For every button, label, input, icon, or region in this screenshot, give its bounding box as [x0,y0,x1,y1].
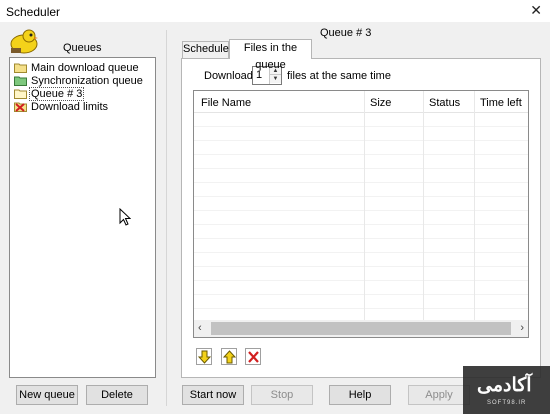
queues-heading: Queues [63,42,102,54]
arrow-down-icon [198,350,211,364]
close-icon[interactable]: ✕ [530,2,542,19]
folder-icon [14,88,27,99]
scroll-left-icon[interactable]: ‹ [198,322,202,334]
delete-button[interactable]: Delete [86,385,148,405]
column-header-time-left[interactable]: Time left [480,97,522,109]
horizontal-scrollbar[interactable]: ‹ › [194,320,528,337]
stop-button[interactable]: Stop [251,385,313,405]
scroll-right-icon[interactable]: › [520,322,524,334]
new-queue-button[interactable]: New queue [16,385,78,405]
window-title: Scheduler [6,5,61,19]
tree-item-download-limits[interactable]: Download limits [14,100,109,113]
panel-separator [166,30,167,406]
tree-item-synchronization-queue[interactable]: Synchronization queue [14,74,144,87]
column-divider [423,91,424,321]
mouse-cursor-icon [119,207,132,229]
move-up-button[interactable] [221,348,237,365]
folder-icon [14,62,27,73]
remove-file-button[interactable] [245,348,261,365]
tab-files-in-the-queue[interactable]: Files in the queue [229,39,312,71]
download-suffix-label: files at the same time [287,70,391,82]
column-header-status[interactable]: Status [429,97,460,109]
queues-mascot-icon [9,28,39,54]
files-table[interactable]: File Name Size Status Time left ‹ › [193,90,529,338]
tab-schedule[interactable]: Schedule [182,41,229,58]
spinner-down-icon[interactable]: ▼ [270,75,281,83]
tree-item-label: Main download queue [31,61,139,74]
start-now-button[interactable]: Start now [182,385,244,405]
watermark-logo: آکادمی SOFT98.IR [463,366,550,414]
column-header-file-name[interactable]: File Name [201,97,251,109]
title-bar: Scheduler ✕ [0,0,550,22]
download-label: Download [204,70,253,82]
download-limits-icon [14,101,27,112]
move-down-button[interactable] [196,348,212,365]
sync-folder-icon [14,75,27,86]
help-button[interactable]: Help [329,385,391,405]
scrollbar-thumb[interactable] [211,322,511,335]
column-header-size[interactable]: Size [370,97,391,109]
watermark-text: آکادمی [477,375,532,396]
tree-item-label: Synchronization queue [31,74,143,87]
column-divider [364,91,365,321]
tree-item-main-download-queue[interactable]: Main download queue [14,61,140,74]
tree-item-queue-3[interactable]: Queue # 3 [14,86,85,101]
column-divider [474,91,475,321]
table-rows [194,113,528,321]
tree-item-label: Queue # 3 [28,86,85,101]
watermark-subtext: SOFT98.IR [487,400,527,406]
tree-item-label: Download limits [31,100,109,113]
apply-button[interactable]: Apply [408,385,470,405]
delete-x-icon [248,351,259,363]
arrow-up-icon [223,350,236,364]
table-header: File Name Size Status Time left [194,91,528,113]
queue-tree[interactable]: Main download queue Synchronization queu… [9,57,156,378]
queue-title: Queue # 3 [320,27,372,39]
